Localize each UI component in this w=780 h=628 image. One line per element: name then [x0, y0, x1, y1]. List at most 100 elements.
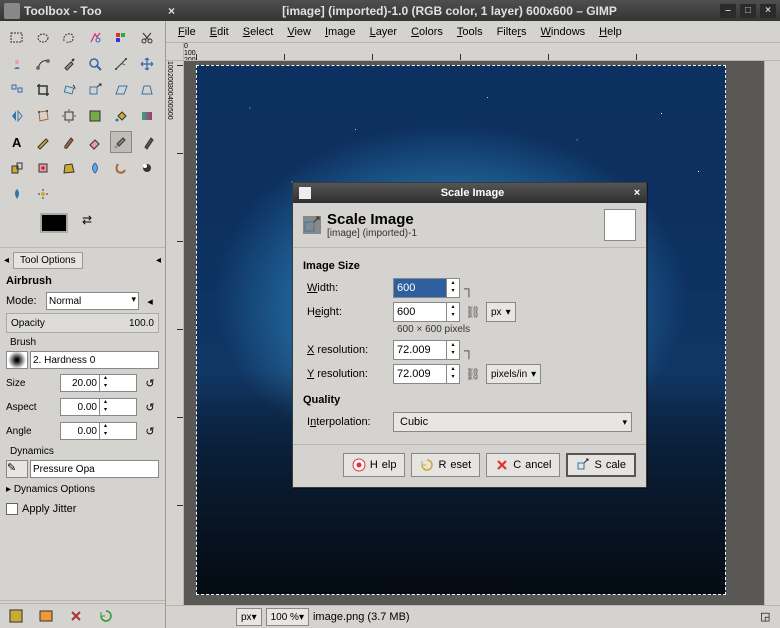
dialog-menu-icon[interactable] — [299, 187, 311, 199]
xres-spinner[interactable]: ▴▾ — [393, 340, 460, 360]
dialog-close-button[interactable]: × — [628, 187, 646, 199]
angle-spinner[interactable]: ▴▾ — [60, 422, 137, 440]
blur-tool[interactable] — [84, 157, 106, 179]
maximize-button[interactable]: □ — [740, 4, 756, 18]
blend-tool[interactable] — [136, 105, 158, 127]
menu-view[interactable]: View — [281, 24, 317, 40]
rect-select-tool[interactable] — [6, 27, 28, 49]
scissors-tool[interactable] — [136, 27, 158, 49]
restore-options-icon[interactable] — [38, 608, 54, 624]
dodge-tool[interactable] — [136, 157, 158, 179]
unified-transform-tool[interactable] — [58, 105, 80, 127]
size-spinner[interactable]: ▴▾ — [60, 374, 137, 392]
tab-menu-icon[interactable]: ◂ — [4, 255, 9, 266]
perspective-tool[interactable] — [136, 79, 158, 101]
ruler-horizontal[interactable]: 0 100 200 300 400 500 — [184, 43, 764, 61]
pencil-tool[interactable] — [32, 131, 54, 153]
scrollbar-vertical[interactable] — [764, 61, 780, 605]
angle-reset-icon[interactable]: ↺ — [141, 422, 159, 440]
opacity-slider[interactable]: Opacity 100.0 — [6, 313, 159, 333]
aspect-reset-icon[interactable]: ↺ — [141, 398, 159, 416]
heal-tool[interactable] — [32, 157, 54, 179]
menu-image[interactable]: Image — [319, 24, 362, 40]
unit-combo[interactable]: px ▾ — [236, 608, 262, 626]
menu-tools[interactable]: Tools — [451, 24, 489, 40]
tab-menu-arrow-icon[interactable]: ◂ — [156, 255, 161, 266]
ruler-origin[interactable] — [166, 43, 184, 61]
menu-colors[interactable]: Colors — [405, 24, 449, 40]
apply-jitter-checkbox[interactable] — [6, 503, 18, 515]
align-tool[interactable] — [6, 79, 28, 101]
mypaint-brush-tool[interactable] — [6, 183, 28, 205]
dynamics-preview-icon[interactable]: ✎ — [6, 460, 28, 478]
size-chain-icon[interactable]: ⛓ — [464, 305, 482, 319]
free-select-tool[interactable] — [58, 27, 80, 49]
text-tool[interactable]: A — [6, 131, 28, 153]
reset-options-icon[interactable] — [98, 608, 114, 624]
handle-transform-tool[interactable] — [32, 183, 54, 205]
nav-top-icon[interactable] — [764, 43, 780, 61]
dynamics-expander[interactable]: ▸ Dynamics Options — [6, 481, 159, 498]
fuzzy-select-tool[interactable] — [84, 27, 106, 49]
menu-windows[interactable]: Windows — [535, 24, 592, 40]
flip-tool[interactable] — [6, 105, 28, 127]
menu-layer[interactable]: Layer — [364, 24, 404, 40]
height-spinner[interactable]: ▴▾ — [393, 302, 460, 322]
interp-combo[interactable]: Cubic▾ — [393, 412, 632, 432]
help-button[interactable]: Help — [343, 453, 406, 477]
color-selector[interactable]: ⇄ — [6, 213, 159, 243]
color-select-tool[interactable] — [110, 27, 132, 49]
cage-tool[interactable] — [32, 105, 54, 127]
menu-file[interactable]: File — [172, 24, 202, 40]
zoom-tool[interactable] — [84, 53, 106, 75]
warp-tool[interactable] — [84, 105, 106, 127]
airbrush-tool[interactable] — [110, 131, 132, 153]
close-button[interactable]: × — [760, 4, 776, 18]
fg-color-swatch[interactable] — [40, 213, 68, 233]
perspective-clone-tool[interactable] — [58, 157, 80, 179]
paintbrush-tool[interactable] — [58, 131, 80, 153]
rotate-tool[interactable] — [58, 79, 80, 101]
save-options-icon[interactable] — [8, 608, 24, 624]
measure-tool[interactable] — [110, 53, 132, 75]
menu-filters[interactable]: Filters — [491, 24, 533, 40]
ruler-vertical[interactable]: 100 200 300 400 500 — [166, 61, 184, 605]
smudge-tool[interactable] — [110, 157, 132, 179]
aspect-spinner[interactable]: ▴▾ — [60, 398, 137, 416]
brush-preview-icon[interactable] — [6, 351, 28, 369]
res-unit-combo[interactable]: pixels/in▾ — [486, 364, 541, 384]
tool-options-tab[interactable]: Tool Options — [13, 252, 83, 269]
width-spinner[interactable]: ▴▾ — [393, 278, 460, 298]
dialog-titlebar[interactable]: Scale Image × — [293, 183, 646, 203]
paths-tool[interactable] — [32, 53, 54, 75]
zoom-combo[interactable]: 100 % ▾ — [266, 608, 309, 626]
crop-tool[interactable] — [32, 79, 54, 101]
cancel-button[interactable]: Cancel — [486, 453, 560, 477]
size-reset-icon[interactable]: ↺ — [141, 374, 159, 392]
res-chain-icon[interactable]: ⛓ — [464, 367, 482, 381]
color-picker-tool[interactable] — [58, 53, 80, 75]
delete-options-icon[interactable] — [68, 608, 84, 624]
move-tool[interactable] — [136, 53, 158, 75]
brush-combo[interactable]: 2. Hardness 0 — [30, 351, 159, 369]
eraser-tool[interactable] — [84, 131, 106, 153]
menu-help[interactable]: Help — [593, 24, 628, 40]
minimize-button[interactable]: – — [720, 4, 736, 18]
swap-colors-icon[interactable]: ⇄ — [82, 213, 92, 227]
size-unit-combo[interactable]: px▾ — [486, 302, 516, 322]
menu-edit[interactable]: Edit — [204, 24, 235, 40]
mode-combo[interactable]: Normal▾ — [46, 292, 139, 310]
ink-tool[interactable] — [136, 131, 158, 153]
foreground-select-tool[interactable] — [6, 53, 28, 75]
scale-tool[interactable] — [84, 79, 106, 101]
nav-preview-icon[interactable]: ◲ — [760, 610, 774, 624]
dynamics-combo[interactable]: Pressure Opa — [30, 460, 159, 478]
reset-button[interactable]: Reset — [411, 453, 480, 477]
clone-tool[interactable] — [6, 157, 28, 179]
mode-menu-icon[interactable]: ◂ — [141, 292, 159, 310]
bucket-fill-tool[interactable] — [110, 105, 132, 127]
ellipse-select-tool[interactable] — [32, 27, 54, 49]
yres-spinner[interactable]: ▴▾ — [393, 364, 460, 384]
shear-tool[interactable] — [110, 79, 132, 101]
scale-button[interactable]: Scale — [566, 453, 636, 477]
